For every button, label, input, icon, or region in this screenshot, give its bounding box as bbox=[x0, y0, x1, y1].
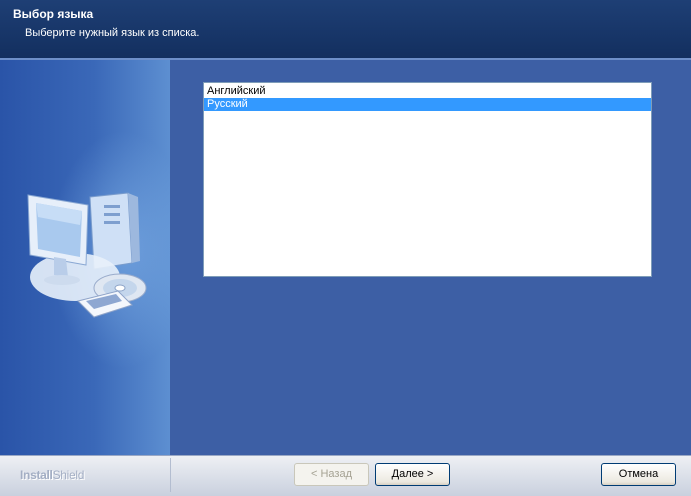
brand-shield: Shield bbox=[52, 468, 85, 482]
main-panel: Английский Русский bbox=[170, 60, 691, 455]
page-subtitle: Выберите нужный язык из списка. bbox=[25, 27, 200, 39]
computer-icon bbox=[27, 192, 147, 318]
header-banner: Выбор языка Выберите нужный язык из спис… bbox=[0, 0, 691, 58]
language-item-russian[interactable]: Русский bbox=[204, 98, 651, 111]
page-title: Выбор языка bbox=[13, 7, 94, 21]
footer-bar: InstallShield < Назад Далее > Отмена bbox=[0, 455, 691, 496]
language-item-english[interactable]: Английский bbox=[204, 85, 651, 98]
language-listbox[interactable]: Английский Русский bbox=[203, 82, 652, 277]
brand-install: Install bbox=[20, 468, 53, 482]
side-graphic-panel bbox=[0, 60, 170, 455]
back-button[interactable]: < Назад bbox=[294, 463, 369, 486]
next-button[interactable]: Далее > bbox=[375, 463, 450, 486]
installshield-logo: InstallShield bbox=[20, 468, 84, 482]
cancel-button[interactable]: Отмена bbox=[601, 463, 676, 486]
